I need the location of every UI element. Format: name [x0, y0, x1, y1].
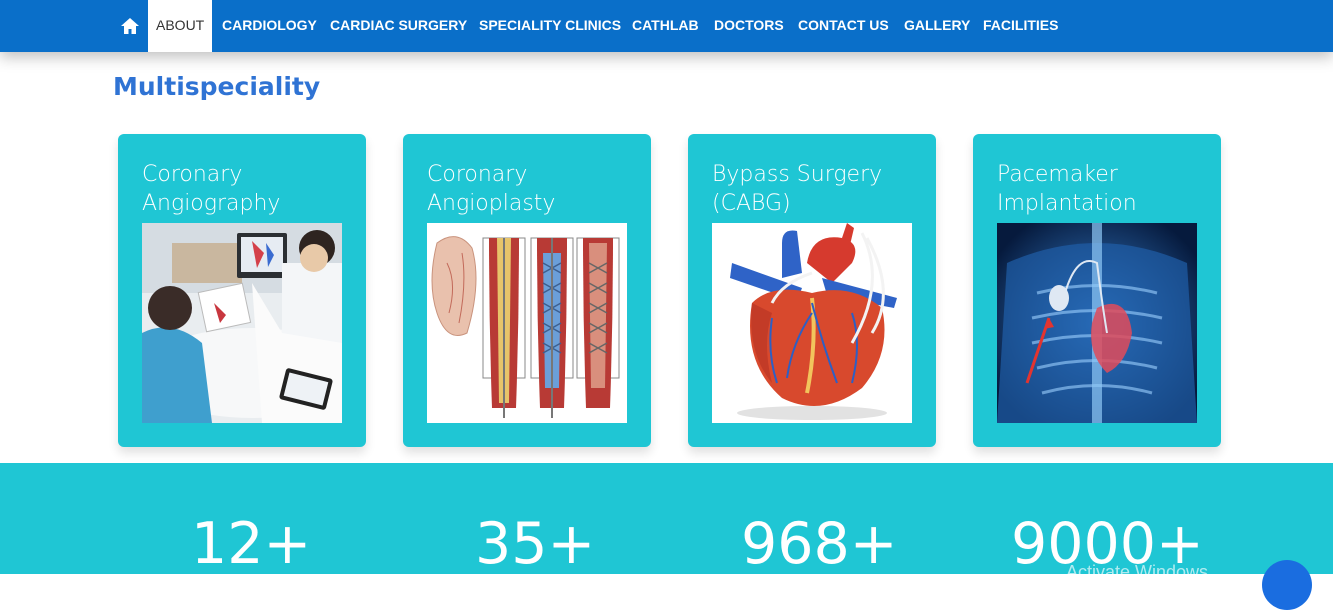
- activate-windows-watermark: Activate Windows: [1066, 562, 1209, 582]
- doctor-consultation-image: [142, 223, 342, 423]
- nav-item-facilities[interactable]: FACILITIES: [983, 0, 1058, 52]
- card-title: Coronary Angiography: [142, 162, 281, 216]
- home-icon[interactable]: [118, 14, 142, 38]
- card-title: Coronary Angioplasty: [427, 162, 556, 216]
- artery-stent-image: [427, 223, 627, 423]
- heart-bypass-image: [712, 223, 912, 423]
- nav-item-speciality-clinics[interactable]: SPECIALITY CLINICS: [479, 0, 621, 52]
- service-card-pacemaker-implantation[interactable]: Pacemaker Implantation: [973, 134, 1221, 447]
- nav-item-contact-us[interactable]: CONTACT US: [798, 0, 889, 52]
- section-title: Multispeciality: [113, 72, 321, 101]
- nav-item-about[interactable]: ABOUT: [148, 0, 213, 52]
- nav-item-cardiac-surgery[interactable]: CARDIAC SURGERY: [330, 0, 467, 52]
- pacemaker-xray-image: [997, 223, 1197, 423]
- nav-item-doctors[interactable]: DOCTORS: [714, 0, 784, 52]
- card-title: Pacemaker Implantation: [997, 162, 1137, 216]
- stats-band: 12+ 35+ 968+ 9000+: [0, 463, 1333, 574]
- scroll-to-top-button[interactable]: [1262, 560, 1312, 610]
- service-card-bypass-surgery[interactable]: Bypass Surgery (CABG): [688, 134, 936, 447]
- stat-value-3: 968+: [741, 511, 898, 574]
- stat-value-2: 35+: [475, 511, 596, 574]
- nav-item-cathlab[interactable]: CATHLAB: [632, 0, 699, 52]
- nav-item-gallery[interactable]: GALLERY: [904, 0, 970, 52]
- service-card-coronary-angiography[interactable]: Coronary Angiography: [118, 134, 366, 447]
- stat-value-1: 12+: [191, 511, 312, 574]
- nav-item-cardiology[interactable]: CARDIOLOGY: [222, 0, 317, 52]
- card-title: Bypass Surgery (CABG): [712, 162, 883, 216]
- service-card-coronary-angioplasty[interactable]: Coronary Angioplasty: [403, 134, 651, 447]
- top-navbar: ABOUT CARDIOLOGY CARDIAC SURGERY SPECIAL…: [0, 0, 1333, 52]
